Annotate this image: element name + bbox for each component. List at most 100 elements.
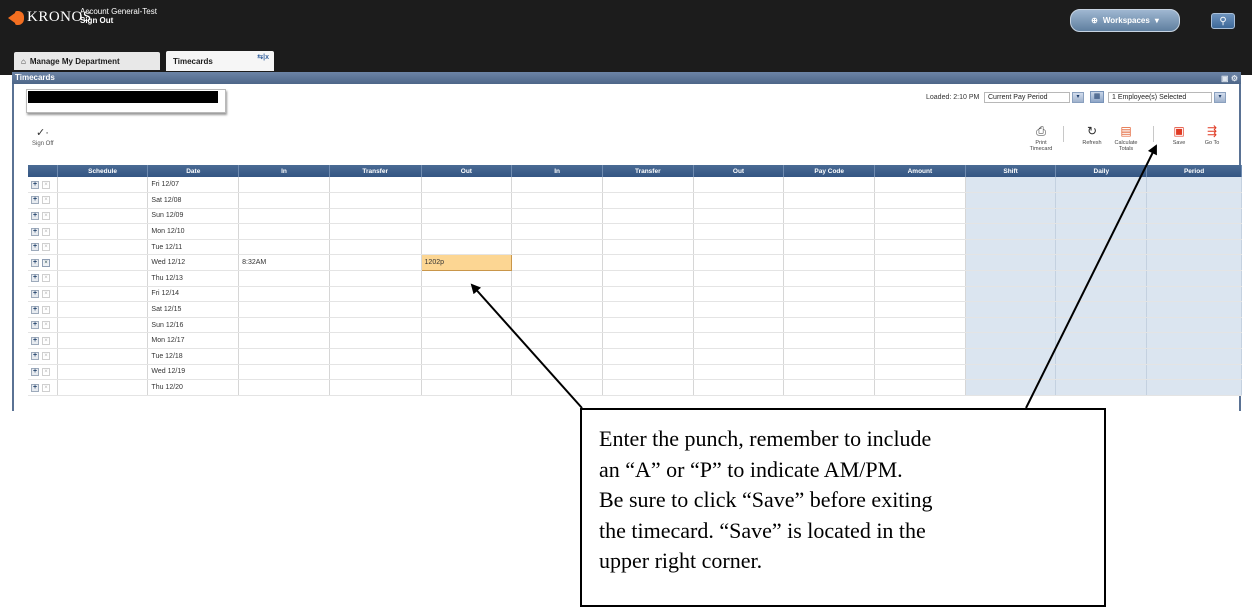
transfer-cell[interactable] (329, 286, 422, 303)
transfer-cell[interactable] (329, 208, 422, 225)
transfer-cell[interactable] (602, 317, 694, 334)
transfer-cell[interactable] (602, 332, 694, 350)
transfer-cell[interactable] (602, 364, 694, 381)
refresh-button[interactable]: ↻ Refresh (1076, 124, 1108, 146)
in-cell[interactable] (238, 286, 330, 303)
transfer-cell[interactable] (602, 286, 694, 303)
table-row[interactable]: + × Sun 12/09 (28, 208, 1242, 225)
pay-code-cell[interactable] (783, 270, 876, 287)
out-cell[interactable] (421, 270, 513, 287)
plus-icon[interactable]: + (31, 180, 39, 189)
out-cell[interactable] (421, 192, 513, 209)
pay-code-cell[interactable] (783, 364, 876, 381)
in-cell[interactable] (511, 223, 603, 240)
amount-cell[interactable] (874, 239, 966, 256)
workspaces-button[interactable]: ⊕ Workspaces ▾ (1070, 9, 1180, 32)
delete-icon[interactable]: × (42, 243, 50, 252)
table-row[interactable]: + × Sat 12/08 (28, 192, 1242, 209)
delete-icon[interactable]: × (42, 321, 50, 330)
delete-icon[interactable]: × (42, 305, 50, 314)
calendar-icon[interactable]: ▦ (1090, 91, 1104, 103)
schedule-cell[interactable] (57, 239, 149, 256)
plus-icon[interactable]: + (31, 211, 39, 220)
amount-cell[interactable] (874, 348, 966, 365)
pay-period-dropdown-icon[interactable]: ▾ (1072, 92, 1084, 103)
schedule-cell[interactable] (57, 177, 149, 194)
in-cell[interactable] (511, 379, 603, 396)
schedule-cell[interactable] (57, 208, 149, 225)
out-cell[interactable] (421, 177, 513, 194)
plus-icon[interactable]: + (31, 305, 39, 314)
plus-icon[interactable]: + (31, 352, 39, 361)
table-row[interactable]: + × Tue 12/18 (28, 348, 1242, 365)
table-row[interactable]: + × Thu 12/20 (28, 379, 1242, 396)
in-cell[interactable] (238, 301, 330, 318)
pay-code-cell[interactable] (783, 317, 876, 334)
delete-icon[interactable]: × (42, 352, 50, 361)
schedule-cell[interactable] (57, 192, 149, 209)
schedule-cell[interactable] (57, 379, 149, 396)
pay-code-cell[interactable] (783, 239, 876, 256)
amount-cell[interactable] (874, 332, 966, 350)
in-cell[interactable] (238, 348, 330, 365)
table-row[interactable]: + × Sat 12/15 (28, 301, 1242, 318)
transfer-cell[interactable] (329, 254, 422, 272)
amount-cell[interactable] (874, 177, 966, 194)
tab-manage-my-department[interactable]: ⌂ Manage My Department (14, 52, 160, 70)
amount-cell[interactable] (874, 254, 966, 272)
print-timecard-button[interactable]: ⎙ Print Timecard (1025, 124, 1057, 152)
in-cell[interactable] (238, 208, 330, 225)
pay-code-cell[interactable] (783, 208, 876, 225)
transfer-cell[interactable] (602, 223, 694, 240)
in-cell[interactable] (238, 223, 330, 240)
out-cell[interactable] (693, 208, 785, 225)
in-cell[interactable] (238, 317, 330, 334)
pay-period-select[interactable]: Current Pay Period (984, 92, 1070, 103)
out-cell[interactable] (693, 223, 785, 240)
schedule-cell[interactable] (57, 270, 149, 287)
delete-icon[interactable]: × (42, 196, 50, 205)
column-header[interactable]: Schedule (57, 165, 149, 177)
amount-cell[interactable] (874, 364, 966, 381)
out-cell[interactable] (693, 364, 785, 381)
amount-cell[interactable] (874, 208, 966, 225)
in-cell[interactable]: 8:32AM (238, 254, 330, 272)
pay-code-cell[interactable] (783, 332, 876, 350)
in-cell[interactable] (511, 348, 603, 365)
in-cell[interactable] (511, 177, 603, 194)
column-header[interactable]: Out (693, 165, 785, 177)
out-cell[interactable] (421, 332, 513, 350)
column-header[interactable]: Daily (1055, 165, 1148, 177)
plus-icon[interactable]: + (31, 321, 39, 330)
delete-icon[interactable]: × (42, 211, 50, 220)
pay-code-cell[interactable] (783, 348, 876, 365)
schedule-cell[interactable] (57, 348, 149, 365)
transfer-cell[interactable] (329, 223, 422, 240)
amount-cell[interactable] (874, 379, 966, 396)
in-cell[interactable] (238, 364, 330, 381)
tab-close-icon[interactable]: ⇆|x (257, 53, 269, 61)
column-header[interactable]: Shift (965, 165, 1057, 177)
pay-code-cell[interactable] (783, 301, 876, 318)
transfer-cell[interactable] (329, 348, 422, 365)
out-cell[interactable] (693, 270, 785, 287)
table-row[interactable]: + × Sun 12/16 (28, 317, 1242, 334)
in-cell[interactable] (511, 270, 603, 287)
in-cell[interactable] (238, 379, 330, 396)
out-cell[interactable] (421, 223, 513, 240)
pay-code-cell[interactable] (783, 379, 876, 396)
table-row[interactable]: + × Mon 12/17 (28, 332, 1242, 350)
in-cell[interactable] (238, 192, 330, 209)
delete-icon[interactable]: × (42, 258, 50, 267)
tab-timecards[interactable]: Timecards ⇆|x (166, 51, 274, 71)
transfer-cell[interactable] (602, 379, 694, 396)
out-cell[interactable] (693, 254, 785, 272)
column-header[interactable]: Period (1146, 165, 1242, 177)
table-row[interactable]: + × Wed 12/12 8:32AM 1202p (28, 254, 1242, 272)
amount-cell[interactable] (874, 286, 966, 303)
employee-dropdown-icon[interactable]: ▾ (1214, 92, 1226, 103)
in-cell[interactable] (511, 317, 603, 334)
transfer-cell[interactable] (329, 192, 422, 209)
transfer-cell[interactable] (602, 301, 694, 318)
plus-icon[interactable]: + (31, 274, 39, 283)
